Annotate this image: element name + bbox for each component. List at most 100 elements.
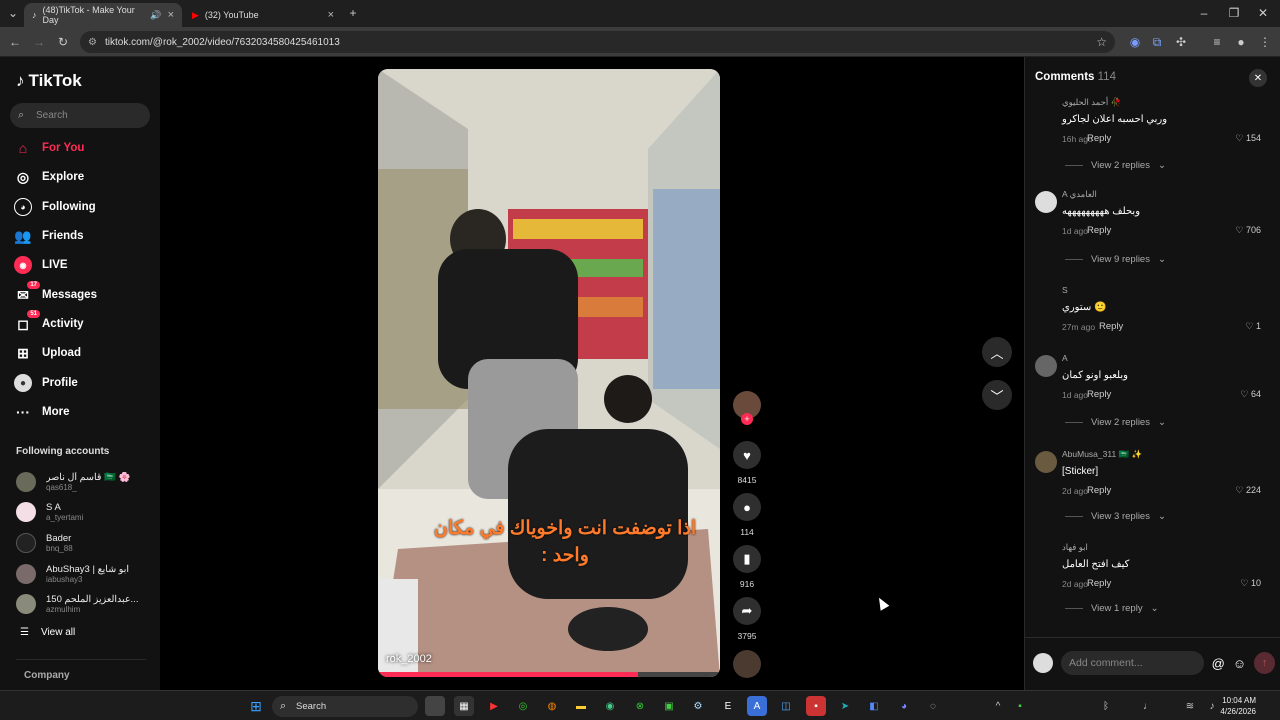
nav-profile[interactable]: ● Profile — [14, 370, 154, 396]
media-player-icon[interactable]: ▶ — [484, 696, 504, 716]
follow-plus-icon[interactable]: + — [741, 413, 753, 425]
minecraft-icon[interactable]: ▣ — [659, 696, 679, 716]
app-icon[interactable]: A — [747, 696, 767, 716]
reply-button[interactable]: Reply — [1087, 485, 1111, 496]
app-icon[interactable]: ◫ — [776, 696, 796, 716]
tray-chevron-icon[interactable]: ^ — [988, 696, 1008, 716]
forward-icon[interactable]: → — [30, 33, 48, 51]
comment-author[interactable]: A العامدي — [1062, 189, 1097, 200]
xbox-icon[interactable]: ⊗ — [630, 696, 650, 716]
like-comment[interactable]: ♡ 224 — [1235, 485, 1261, 496]
share-icon[interactable]: ➦ — [733, 597, 761, 625]
nav-more[interactable]: ··· More — [14, 399, 154, 425]
comment-author[interactable]: AbuMusa_311 🇸🇦 ✨ — [1062, 449, 1142, 460]
like-comment[interactable]: ♡ 10 — [1240, 578, 1261, 589]
like-comment[interactable]: ♡ 154 — [1235, 133, 1261, 144]
minimize-icon[interactable]: – — [1195, 4, 1213, 22]
bookmark-star-icon[interactable]: ☆ — [1096, 35, 1107, 49]
tiktok-logo[interactable]: ♪ TikTok — [16, 71, 82, 91]
close-comments-button[interactable]: ✕ — [1249, 69, 1267, 87]
nav-for-you[interactable]: ⌂ For You — [14, 135, 154, 161]
extensions-puzzle-icon[interactable]: ✣ — [1172, 33, 1190, 51]
task-view-icon[interactable] — [425, 696, 445, 716]
view-replies-button[interactable]: View 2 replies ⌄ — [1065, 160, 1166, 171]
avatar[interactable] — [1035, 451, 1057, 473]
view-replies-button[interactable]: View 1 reply ⌄ — [1065, 603, 1159, 614]
creator-avatar[interactable]: + — [733, 391, 761, 425]
site-info-icon[interactable]: ⚙ — [88, 37, 97, 48]
tab-list-icon[interactable]: ⌄ — [4, 4, 22, 22]
comment-author[interactable]: S — [1062, 285, 1068, 295]
following-account[interactable]: S Aa_tyertami — [16, 498, 156, 526]
file-explorer-icon[interactable]: ▬ — [571, 696, 591, 716]
extension-icon[interactable]: ◉ — [1126, 33, 1144, 51]
avatar[interactable] — [1035, 287, 1057, 309]
video-player[interactable]: rok_2002 — [378, 69, 720, 677]
view-replies-button[interactable]: View 9 replies ⌄ — [1065, 254, 1166, 265]
browser-menu-icon[interactable]: ⋮ — [1256, 33, 1274, 51]
volume-icon[interactable]: ♪ — [1202, 696, 1222, 716]
xbox-app-icon[interactable]: ◎ — [513, 696, 533, 716]
avatar[interactable] — [1035, 191, 1057, 213]
reply-button[interactable]: Reply — [1099, 321, 1123, 332]
profile-avatar-icon[interactable]: ● — [1232, 33, 1250, 51]
nav-friends[interactable]: 👥 Friends — [14, 223, 154, 249]
reply-button[interactable]: Reply — [1087, 133, 1111, 144]
steam-icon[interactable]: ⚙ — [688, 696, 708, 716]
like-comment[interactable]: ♡ 706 — [1235, 225, 1261, 236]
heart-icon[interactable]: ♥ — [733, 441, 761, 469]
close-tab-icon[interactable]: × — [168, 9, 174, 21]
music-disc[interactable] — [733, 650, 761, 678]
new-tab-icon[interactable]: + — [344, 4, 362, 22]
comment-input[interactable]: Add comment... — [1061, 651, 1204, 675]
telegram-icon[interactable]: ➤ — [835, 696, 855, 716]
nav-messages[interactable]: ✉ 17 Messages — [14, 281, 154, 308]
avatar[interactable] — [1035, 99, 1057, 121]
like-comment[interactable]: ♡ 64 — [1240, 389, 1261, 400]
nav-live[interactable]: ◉ LIVE — [14, 252, 154, 278]
previous-video-button[interactable]: ︿ — [982, 337, 1012, 367]
share-action[interactable]: ➦ 3795 — [733, 597, 761, 641]
bookmark-action[interactable]: ▮ 916 — [733, 545, 761, 589]
send-button[interactable]: ↑ — [1254, 652, 1275, 674]
back-icon[interactable]: ← — [6, 33, 24, 51]
translate-icon[interactable]: ⧉ — [1148, 33, 1166, 51]
emoji-icon[interactable]: ☺ — [1233, 656, 1246, 671]
taskbar-search[interactable]: ⌕ Search — [272, 696, 418, 717]
mention-icon[interactable]: @ — [1212, 656, 1225, 671]
clock[interactable]: 10:04 AM 4/26/2026 — [1220, 695, 1256, 717]
like-comment[interactable]: ♡ 1 — [1245, 321, 1261, 332]
chrome-icon[interactable]: ◉ — [600, 696, 620, 716]
next-video-button[interactable]: ﹀ — [982, 380, 1012, 410]
comment-icon[interactable]: ● — [733, 493, 761, 521]
search-input[interactable]: ⌕ Search — [10, 103, 150, 128]
bluetooth-icon[interactable]: ᛒ — [1096, 696, 1116, 716]
reply-button[interactable]: Reply — [1087, 225, 1111, 236]
following-account[interactable]: 150 عبدالعزيز الملحم... azmulhim — [16, 590, 156, 618]
windows-start-icon[interactable]: ⊞ — [246, 696, 266, 716]
following-account[interactable]: AbuShay3 | ابو شايع iabushay3 — [16, 560, 156, 588]
app-icon[interactable]: ◌ — [923, 696, 943, 716]
like-action[interactable]: ♥ 8415 — [733, 441, 761, 485]
video-username[interactable]: rok_2002 — [386, 653, 432, 665]
reply-button[interactable]: Reply — [1087, 578, 1111, 589]
nav-following[interactable]: ◕ Following — [14, 194, 154, 220]
nav-upload[interactable]: ⊞ Upload — [14, 340, 154, 366]
app-icon[interactable]: ▪ — [806, 696, 826, 716]
speaker-icon[interactable]: 🔊 — [150, 10, 161, 21]
tray-app-icon[interactable]: ▪ — [1010, 696, 1030, 716]
bookmark-icon[interactable]: ▮ — [733, 545, 761, 573]
restore-icon[interactable]: ❐ — [1225, 4, 1243, 22]
company-link[interactable]: Company — [24, 670, 70, 681]
tab-tiktok[interactable]: ♪ (48)TikTok - Make Your Day 🔊 × — [24, 3, 182, 27]
microphone-icon[interactable]: ♩ — [1138, 696, 1158, 716]
app-icon[interactable]: ◍ — [542, 696, 562, 716]
nav-activity[interactable]: ◻ 51 Activity — [14, 310, 154, 337]
url-field[interactable]: ⚙ tiktok.com/@rok_2002/video/76320345804… — [80, 31, 1115, 53]
epic-games-icon[interactable]: E — [718, 696, 738, 716]
comment-author[interactable]: A — [1062, 353, 1068, 363]
media-icon[interactable]: ≡ — [1208, 33, 1226, 51]
following-account[interactable]: قاسم آل ناصر 🇸🇦 🌸 qas618_ — [16, 468, 156, 496]
calculator-icon[interactable]: ▦ — [454, 696, 474, 716]
view-replies-button[interactable]: View 2 replies ⌄ — [1065, 417, 1166, 428]
